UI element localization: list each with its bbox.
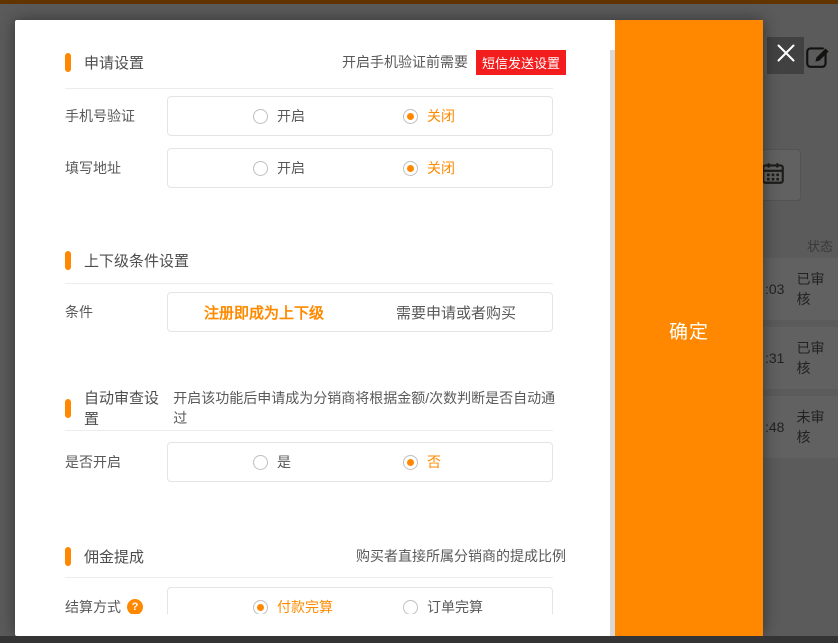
section-marker — [65, 547, 71, 566]
radio-option-settle-on-order[interactable]: 订单完算 — [403, 588, 483, 614]
section-title: 申请设置 — [84, 52, 144, 73]
section-title: 自动审查设置 — [84, 387, 173, 429]
row-label: 条件 — [65, 302, 167, 322]
option-group: 开启 关闭 — [167, 148, 553, 188]
radio-circle — [403, 161, 418, 176]
radio-circle — [253, 109, 268, 124]
divider — [65, 88, 553, 89]
radio-circle — [403, 109, 418, 124]
row-fill-address: 填写地址 开启 关闭 — [65, 148, 553, 188]
row-phone-verification: 手机号验证 开启 关闭 — [65, 96, 553, 136]
settings-modal: 申请设置 开启手机验证前需要 短信发送设置 手机号验证 开启 关闭 — [15, 20, 763, 636]
radio-option-on[interactable]: 开启 — [253, 97, 305, 135]
section-title: 上下级条件设置 — [84, 250, 189, 271]
radio-label: 是 — [277, 452, 291, 472]
option-group: 是 否 — [167, 442, 553, 482]
row-label: 是否开启 — [65, 452, 167, 472]
option-group: 开启 关闭 — [167, 96, 553, 136]
section-marker — [65, 251, 71, 270]
row-label: 结算方式 ? — [65, 597, 167, 614]
divider — [65, 283, 553, 284]
radio-label: 关闭 — [427, 106, 455, 126]
radio-label: 开启 — [277, 106, 305, 126]
radio-option-no[interactable]: 否 — [403, 443, 441, 481]
section-header-apply-settings: 申请设置 开启手机验证前需要 短信发送设置 — [65, 52, 566, 72]
close-icon — [775, 42, 797, 69]
row-label: 填写地址 — [65, 158, 167, 178]
row-settlement-method: 结算方式 ? 付款完算 订单完算 — [65, 587, 553, 614]
section-header-hierarchy-condition: 上下级条件设置 — [65, 250, 566, 270]
modal-body: 申请设置 开启手机验证前需要 短信发送设置 手机号验证 开启 关闭 — [15, 20, 610, 614]
radio-option-off[interactable]: 关闭 — [403, 149, 455, 187]
section-marker — [65, 399, 71, 418]
radio-label: 付款完算 — [277, 597, 333, 614]
close-button[interactable] — [767, 37, 804, 74]
radio-circle — [253, 161, 268, 176]
section-header-auto-review: 自动审查设置 开启该功能后申请成为分销商将根据金额/次数判断是否自动通过 — [65, 398, 566, 418]
radio-option-on[interactable]: 开启 — [253, 149, 305, 187]
radio-label: 否 — [427, 452, 441, 472]
row-auto-review-enabled: 是否开启 是 否 — [65, 442, 553, 482]
option-register-becomes-sub[interactable]: 注册即成为上下级 — [168, 293, 360, 331]
row-label-text: 结算方式 — [65, 597, 121, 614]
radio-option-off[interactable]: 关闭 — [403, 97, 455, 135]
option-group: 注册即成为上下级 需要申请或者购买 — [167, 292, 553, 332]
row-condition: 条件 注册即成为上下级 需要申请或者购买 — [65, 292, 553, 332]
radio-circle — [403, 600, 418, 615]
radio-label: 订单完算 — [427, 597, 483, 614]
divider — [65, 577, 553, 578]
help-icon[interactable]: ? — [127, 599, 143, 614]
section-title: 佣金提成 — [84, 546, 144, 567]
radio-circle — [253, 455, 268, 470]
confirm-panel[interactable]: 确定 — [615, 20, 763, 636]
row-label: 手机号验证 — [65, 106, 167, 126]
screen: 状态 :03 已审核 :31 已审核 :48 未审核 申请设置 开启手机验证前需… — [0, 0, 838, 643]
radio-circle — [253, 600, 268, 615]
divider — [65, 430, 553, 431]
section-note: 购买者直接所属分销商的提成比例 — [356, 546, 566, 566]
option-apply-or-purchase[interactable]: 需要申请或者购买 — [360, 293, 552, 331]
radio-label: 关闭 — [427, 158, 455, 178]
section-header-commission: 佣金提成 购买者直接所属分销商的提成比例 — [65, 546, 566, 566]
section-note: 开启手机验证前需要 — [342, 52, 468, 72]
sms-settings-badge[interactable]: 短信发送设置 — [476, 50, 566, 75]
page-bottom-bar — [0, 636, 838, 643]
option-group: 付款完算 订单完算 — [167, 587, 553, 614]
confirm-button[interactable]: 确定 — [615, 317, 763, 344]
section-marker — [65, 53, 71, 72]
radio-option-settle-on-payment[interactable]: 付款完算 — [253, 588, 333, 614]
radio-label: 开启 — [277, 158, 305, 178]
radio-circle — [403, 455, 418, 470]
radio-option-yes[interactable]: 是 — [253, 443, 291, 481]
section-note: 开启该功能后申请成为分销商将根据金额/次数判断是否自动通过 — [173, 388, 566, 428]
